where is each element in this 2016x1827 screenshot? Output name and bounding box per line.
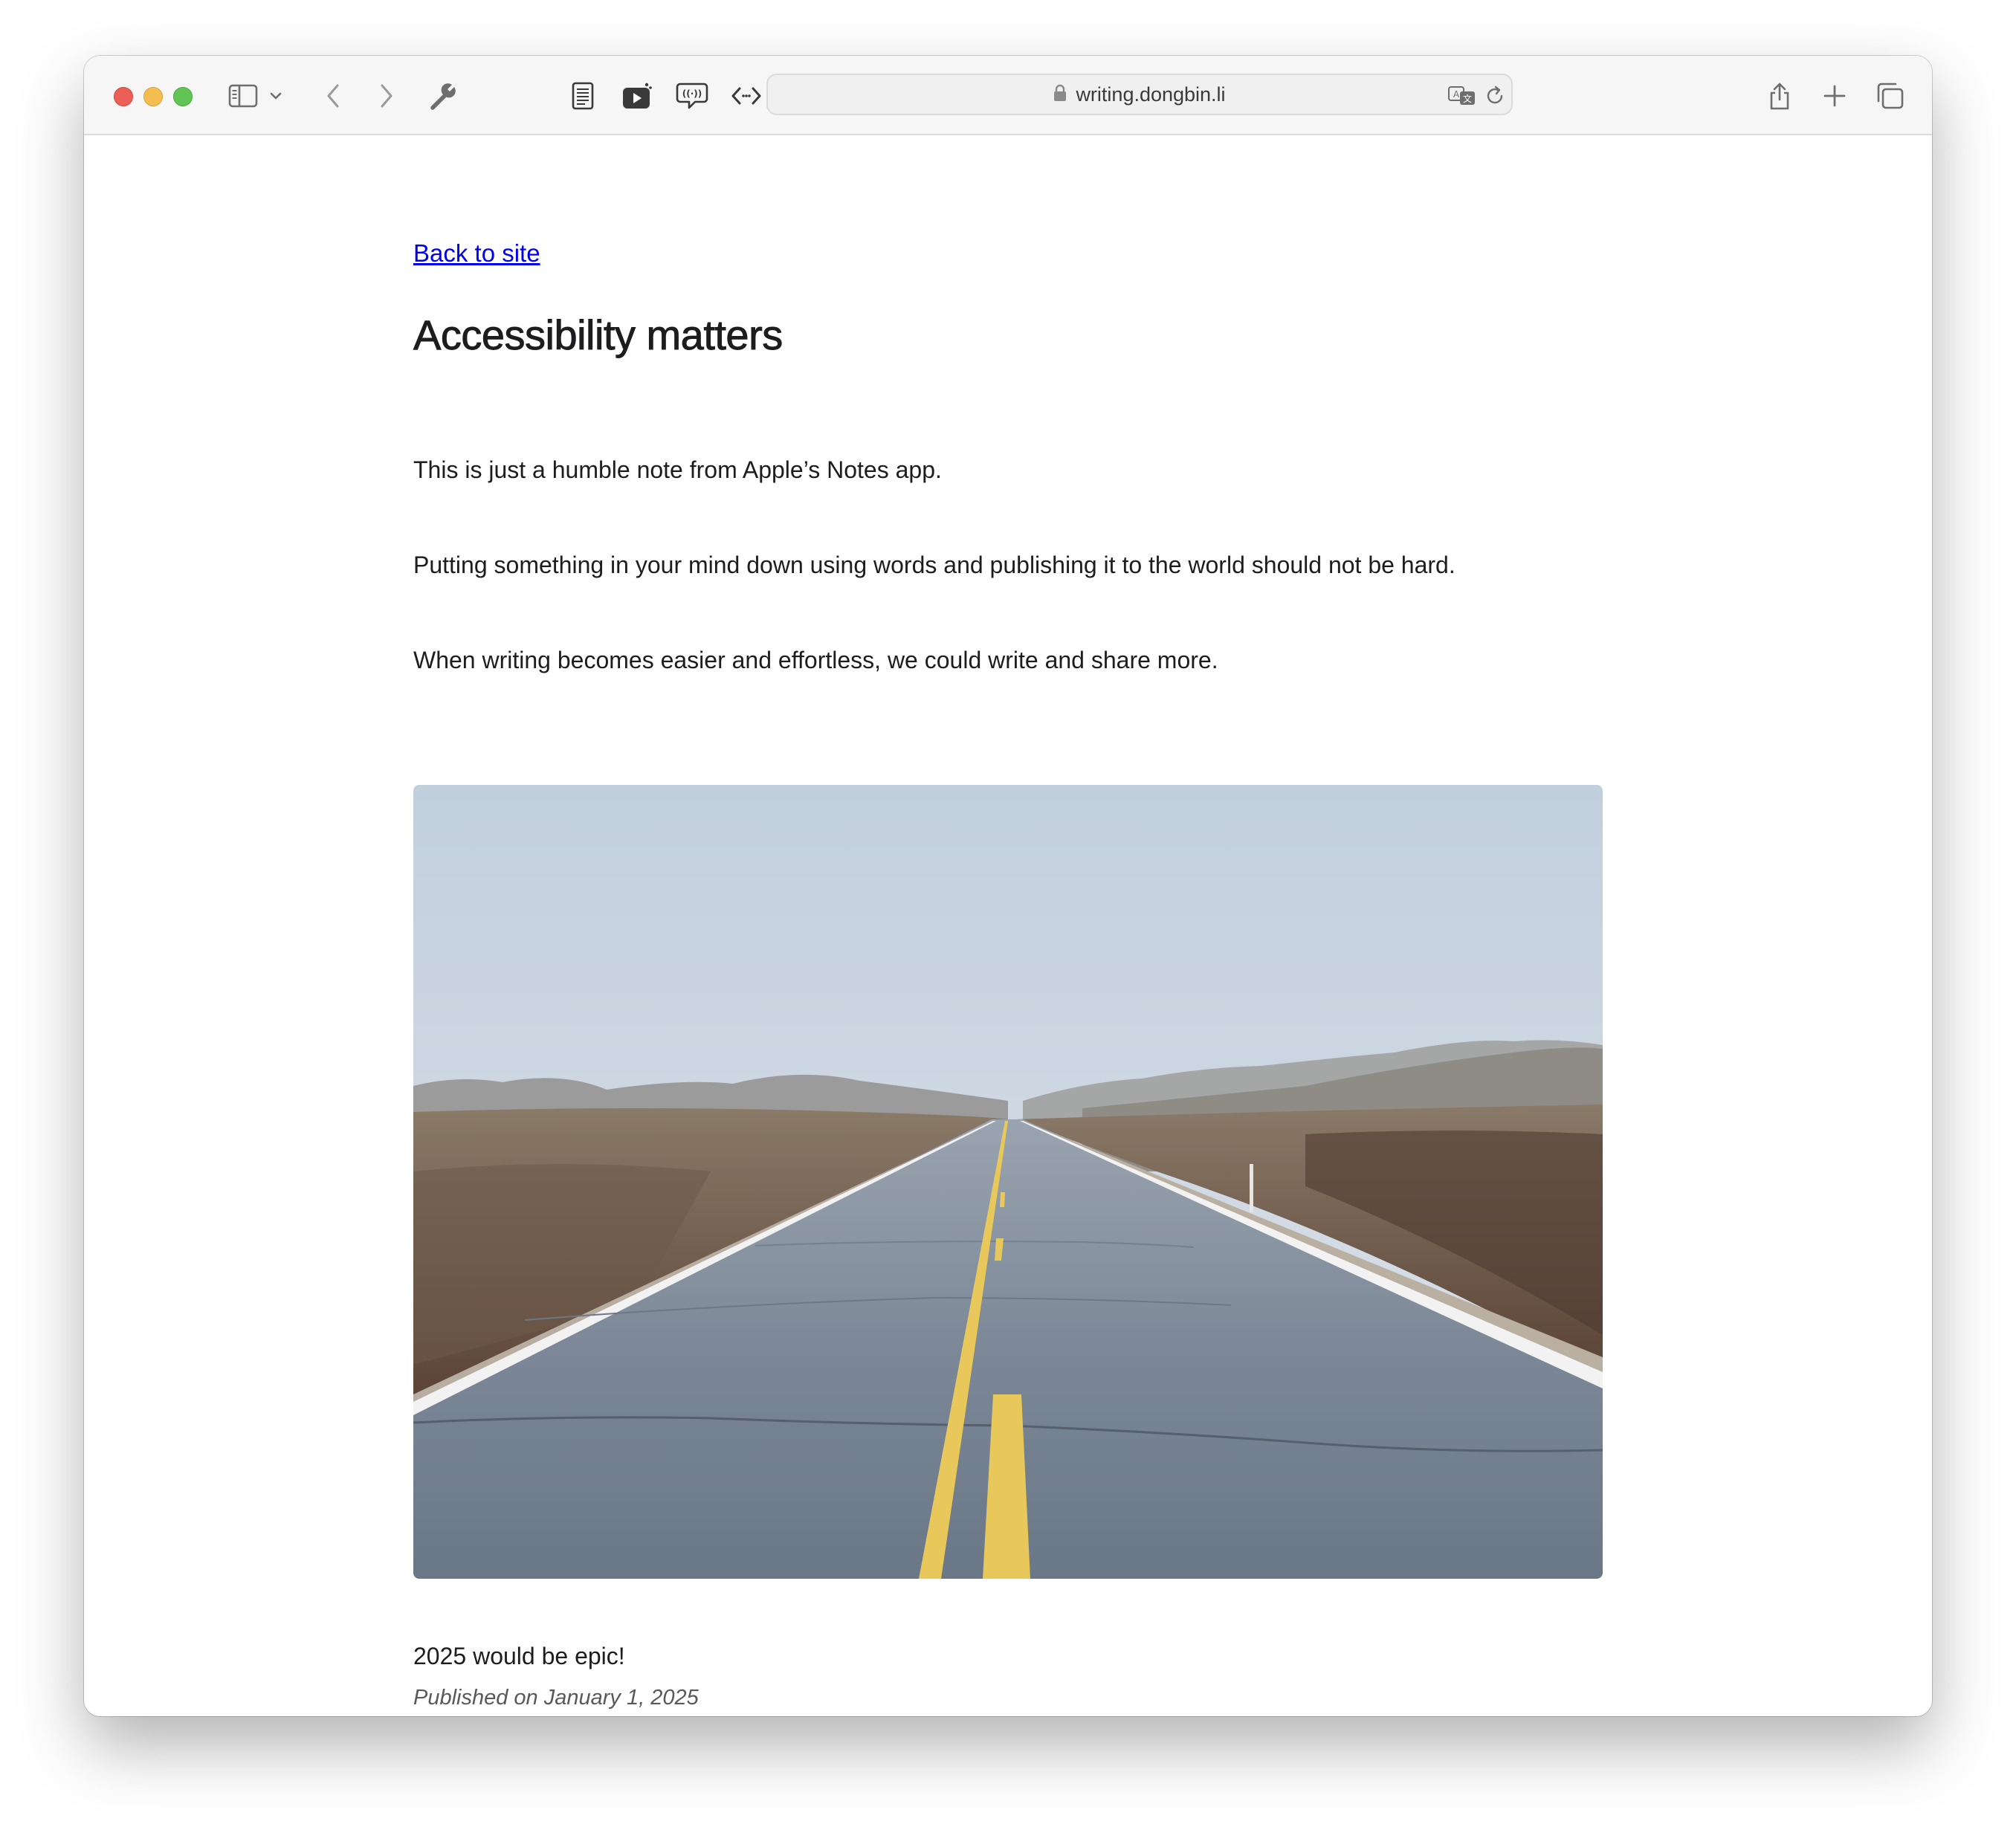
share-icon[interactable] — [1762, 78, 1797, 114]
browser-window: ((·)) writing.dongbin.li A文 Back to site… — [84, 56, 1932, 1716]
page-title: Accessibility matters — [413, 311, 784, 359]
plus-icon[interactable] — [1817, 78, 1852, 114]
minimize-window-button[interactable] — [143, 87, 163, 106]
svg-text:文: 文 — [1463, 93, 1472, 104]
youtube-icon[interactable] — [619, 78, 655, 114]
wrench-icon[interactable] — [425, 78, 461, 114]
zoom-window-button[interactable] — [173, 87, 193, 106]
chevron-down-icon[interactable] — [265, 78, 287, 114]
address-bar[interactable]: writing.dongbin.li A文 — [766, 74, 1513, 115]
sidebar-icon[interactable] — [225, 78, 261, 114]
back-arrow-icon[interactable] — [316, 78, 352, 114]
paragraph: This is just a humble note from Apple’s … — [413, 456, 942, 483]
paragraph: Putting something in your mind down usin… — [413, 552, 1456, 578]
svg-text:((·)): ((·)) — [682, 88, 702, 99]
speech-bubble-icon[interactable]: ((·)) — [674, 78, 710, 114]
browser-toolbar: ((·)) writing.dongbin.li A文 — [84, 56, 1932, 135]
closing-paragraph: 2025 would be epic! — [413, 1643, 625, 1669]
paragraph: When writing becomes easier and effortle… — [413, 647, 1218, 673]
lock-icon — [1053, 84, 1067, 106]
tabs-overview-icon[interactable] — [1872, 78, 1907, 114]
reload-icon[interactable] — [1482, 83, 1508, 109]
published-date: Published on January 1, 2025 — [413, 1686, 699, 1710]
back-to-site-link[interactable]: Back to site — [413, 239, 540, 268]
code-icon[interactable] — [728, 78, 764, 114]
url-text: writing.dongbin.li — [1076, 83, 1226, 106]
forward-arrow-icon[interactable] — [368, 78, 404, 114]
close-window-button[interactable] — [114, 87, 133, 106]
reader-icon[interactable] — [565, 78, 601, 114]
svg-text:A: A — [1453, 89, 1460, 100]
translate-icon[interactable]: A文 — [1446, 83, 1479, 109]
page-content: Back to site Accessibility matters This … — [84, 135, 1932, 1716]
road-photo — [413, 785, 1603, 1579]
